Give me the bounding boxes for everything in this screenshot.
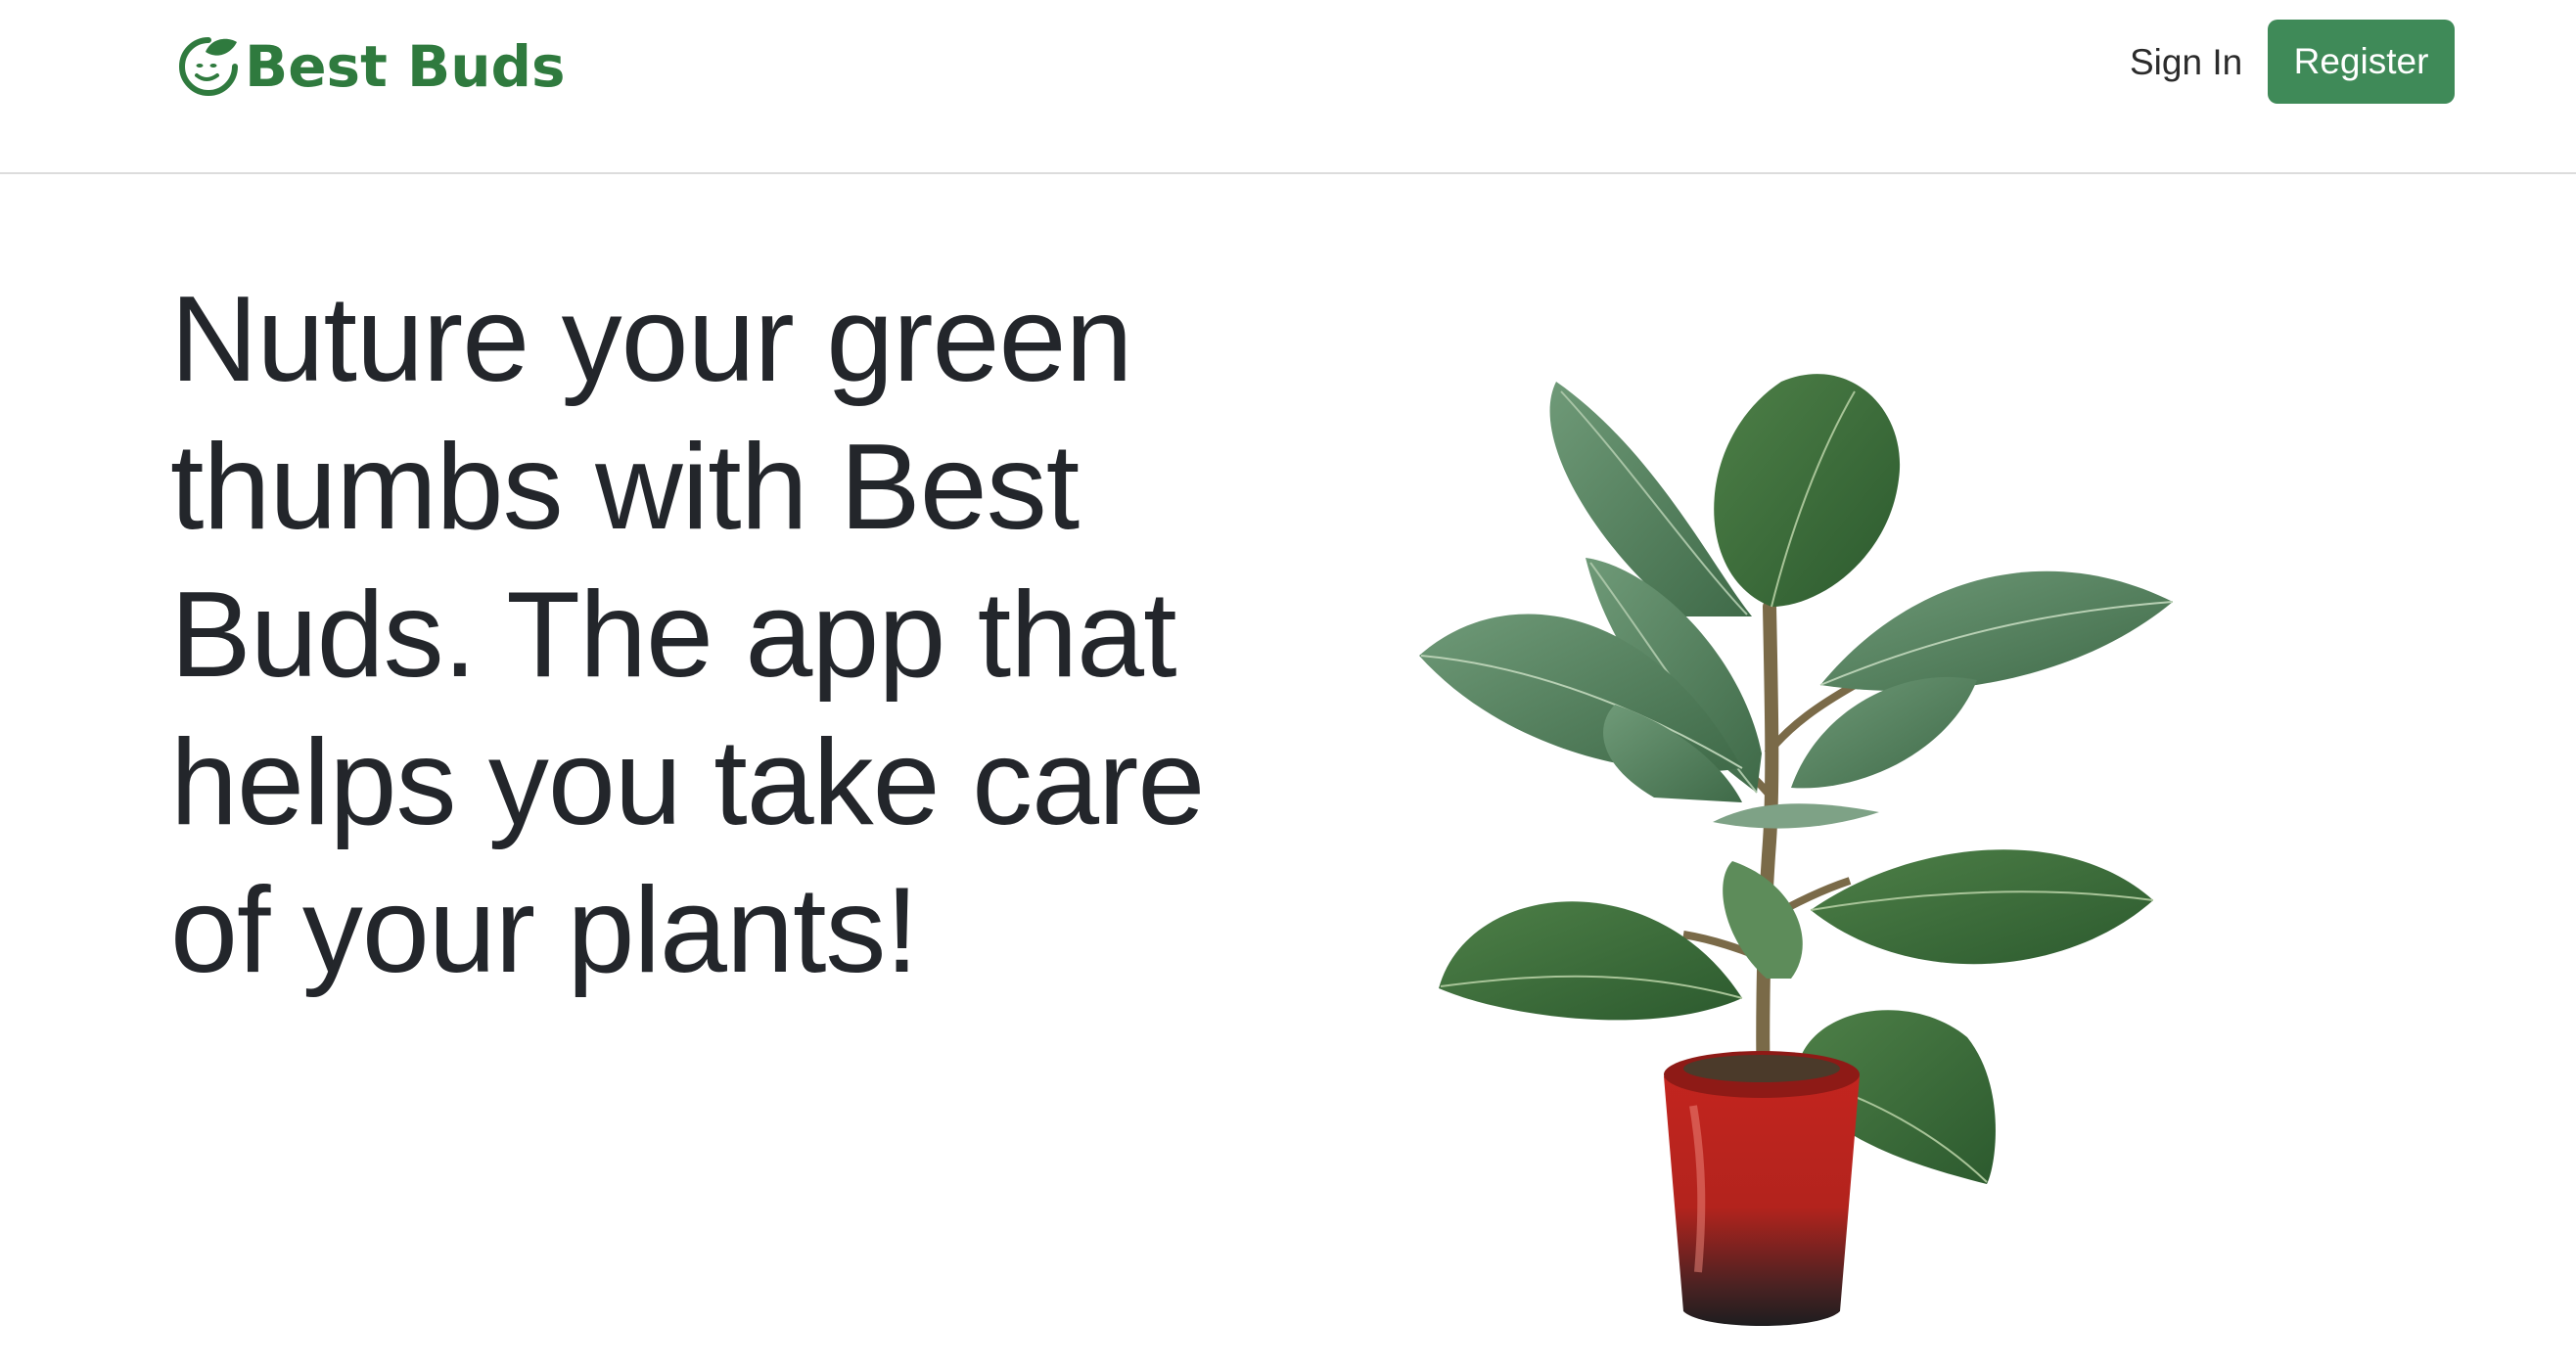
sign-in-link[interactable]: Sign In [2130, 35, 2242, 90]
leaf-smile-logo-icon [179, 37, 238, 96]
navbar: Best Buds Sign In Register [0, 0, 2576, 174]
hero-title: Nuture your green thumbs with Best Buds.… [170, 272, 1205, 998]
plant-illustration [1419, 374, 2174, 1326]
register-button[interactable]: Register [2268, 20, 2455, 104]
brand-link[interactable]: Best Buds [176, 27, 566, 106]
brand-name: Best Buds [245, 33, 566, 100]
